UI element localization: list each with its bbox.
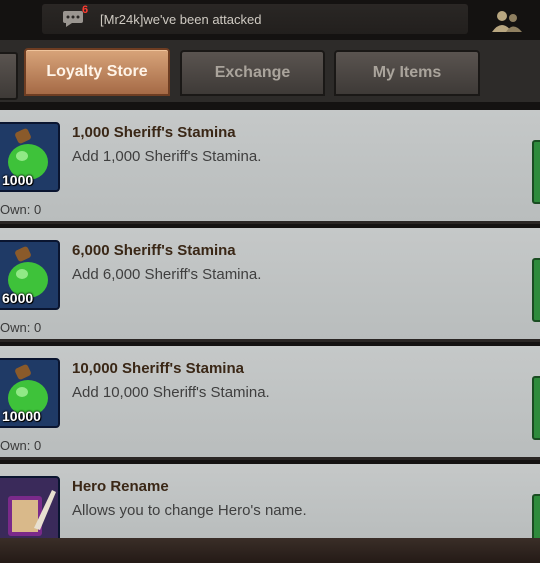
item-name: 1,000 Sheriff's Stamina	[72, 124, 236, 141]
item-name: Hero Rename	[72, 478, 169, 495]
item-owned: Own: 0	[0, 202, 42, 217]
tab-previous-stub[interactable]	[0, 52, 18, 100]
buy-button[interactable]	[532, 494, 540, 542]
buy-button[interactable]	[532, 140, 540, 204]
item-name: 6,000 Sheriff's Stamina	[72, 242, 236, 259]
item-description: Add 10,000 Sheriff's Stamina.	[72, 384, 270, 401]
buy-button[interactable]	[532, 376, 540, 440]
item-owned: Own: 0	[0, 438, 42, 453]
stamina-potion-icon: 6000	[0, 240, 60, 310]
item-description: Add 6,000 Sheriff's Stamina.	[72, 266, 262, 283]
bottom-ground	[0, 538, 540, 563]
item-quantity: 6000	[2, 290, 34, 306]
top-bar: 6 [Mr24k]we've been attacked	[0, 0, 540, 40]
chat-unread-badge: 6	[82, 4, 89, 16]
stamina-potion-icon: 1000	[0, 122, 60, 192]
item-list[interactable]: 1000 Own: 0 1,000 Sheriff's Stamina Add …	[0, 102, 540, 546]
list-item: 6000 Own: 0 6,000 Sheriff's Stamina Add …	[0, 228, 540, 342]
tab-strip: Loyalty Store Exchange My Items	[0, 40, 540, 102]
chat-message: [Mr24k]we've been attacked	[100, 12, 262, 27]
stamina-potion-icon: 10000	[0, 358, 60, 428]
item-owned: Own: 0	[0, 320, 42, 335]
friends-icon[interactable]	[490, 8, 524, 34]
tab-my-items[interactable]: My Items	[334, 50, 480, 96]
list-item: Hero Rename Allows you to change Hero's …	[0, 464, 540, 546]
item-quantity: 1000	[2, 172, 34, 188]
item-name: 10,000 Sheriff's Stamina	[72, 360, 244, 377]
item-description: Add 1,000 Sheriff's Stamina.	[72, 148, 262, 165]
item-description: Allows you to change Hero's name.	[72, 502, 307, 519]
tab-exchange[interactable]: Exchange	[180, 50, 325, 96]
chat-bar[interactable]: 6 [Mr24k]we've been attacked	[42, 4, 468, 34]
rename-book-icon	[0, 476, 60, 546]
list-item: 1000 Own: 0 1,000 Sheriff's Stamina Add …	[0, 110, 540, 224]
item-quantity: 10000	[2, 408, 41, 424]
tab-loyalty-store[interactable]: Loyalty Store	[24, 48, 170, 96]
buy-button[interactable]	[532, 258, 540, 322]
list-item: 10000 Own: 0 10,000 Sheriff's Stamina Ad…	[0, 346, 540, 460]
